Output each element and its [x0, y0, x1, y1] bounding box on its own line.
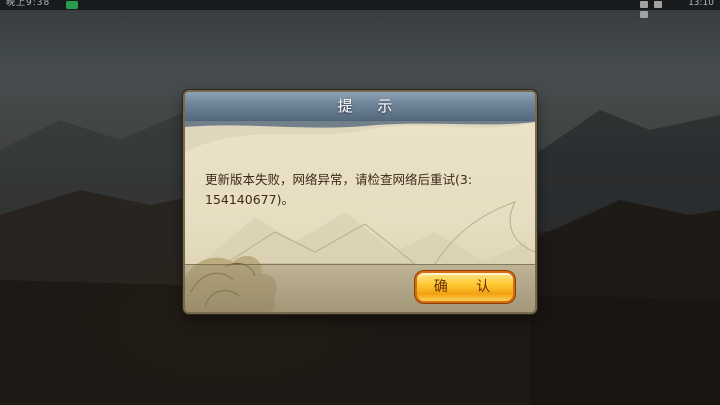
dialog-message: 更新版本失败，网络异常，请检查网络后重试(3: 154140677)。 — [205, 170, 525, 210]
header-brush-edge — [185, 118, 535, 128]
message-line-1: 更新版本失败，网络异常，请检查网络后重试(3: — [205, 172, 473, 187]
message-line-2: 154140677)。 — [205, 192, 294, 207]
dialog-title: 提 示 — [337, 97, 403, 115]
confirm-button[interactable]: 确 认 — [417, 273, 513, 301]
